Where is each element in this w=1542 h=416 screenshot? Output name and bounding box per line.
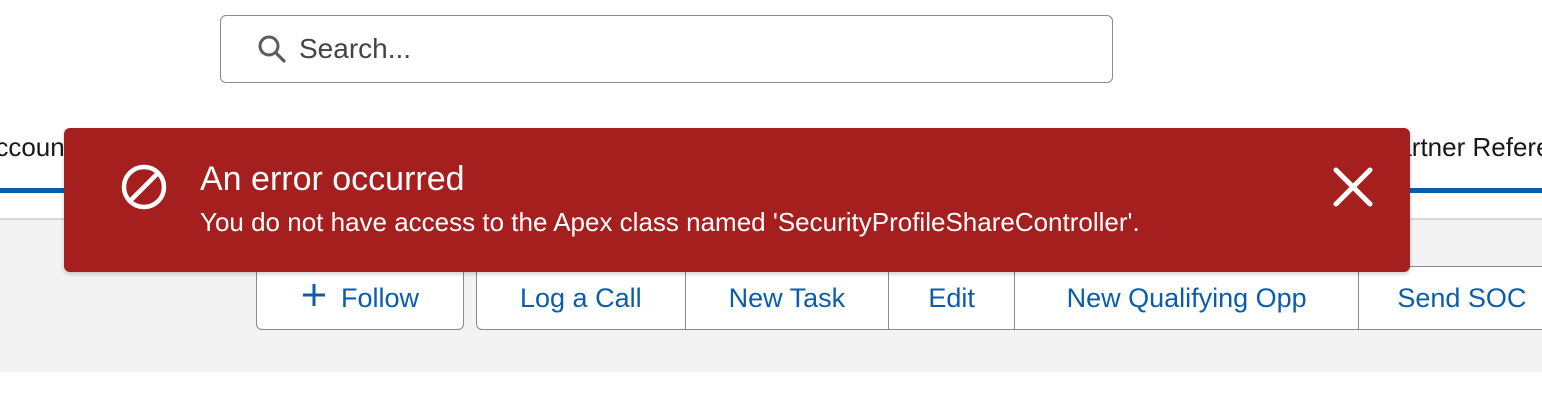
- send-soc-button[interactable]: Send SOC: [1359, 267, 1542, 329]
- toast-title: An error occurred: [200, 160, 465, 198]
- toast-message: You do not have access to the Apex class…: [200, 207, 1140, 237]
- search-input[interactable]: [297, 32, 1081, 66]
- action-button-group: Log a Call New Task Edit New Qualifying …: [476, 266, 1542, 330]
- follow-label: Follow: [340, 282, 420, 313]
- error-ban-icon: [119, 162, 169, 212]
- log-a-call-button[interactable]: Log a Call: [477, 267, 686, 329]
- search-icon: [257, 33, 289, 65]
- plus-icon: [301, 282, 327, 315]
- edit-button[interactable]: Edit: [889, 267, 1015, 329]
- new-qualifying-opp-button[interactable]: New Qualifying Opp: [1015, 267, 1360, 329]
- follow-button[interactable]: Follow: [256, 266, 464, 330]
- error-toast: An error occurred You do not have access…: [64, 128, 1410, 272]
- global-search[interactable]: [220, 15, 1113, 83]
- close-icon[interactable]: [1330, 164, 1376, 210]
- new-task-button[interactable]: New Task: [686, 267, 890, 329]
